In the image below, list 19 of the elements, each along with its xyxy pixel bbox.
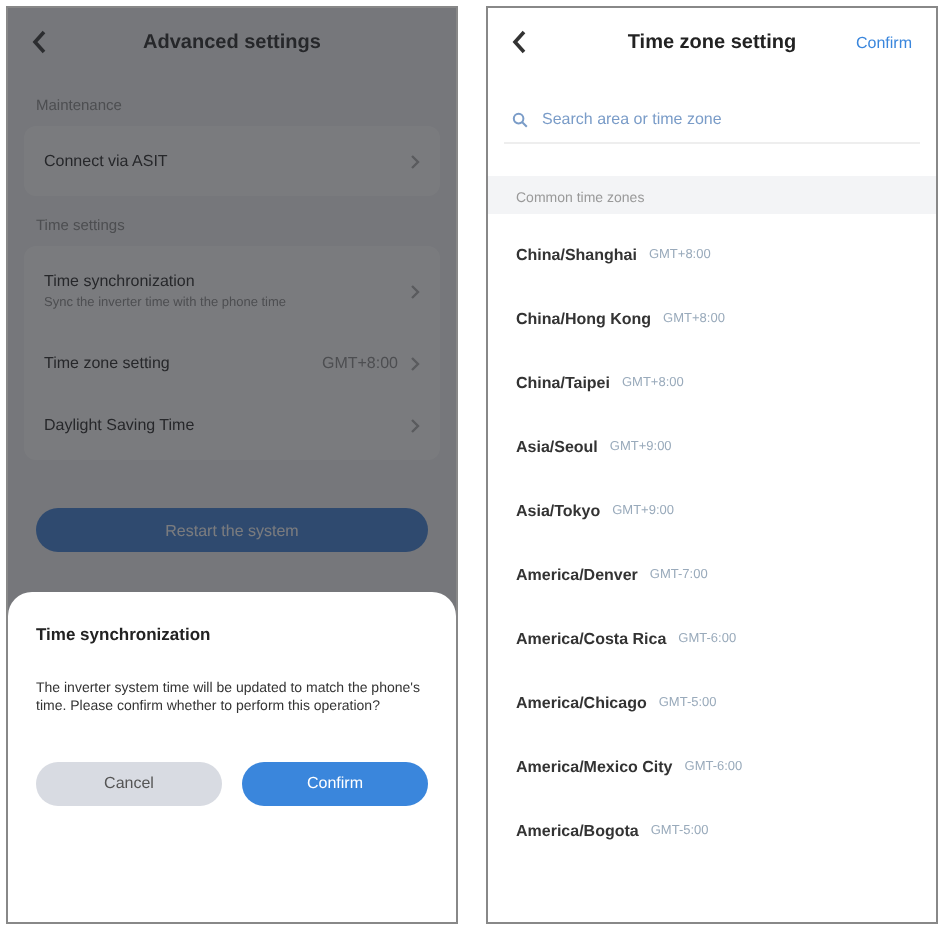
settings-row[interactable]: Connect via ASIT — [44, 130, 420, 192]
row-label: Time zone setting — [44, 354, 170, 372]
chevron-icon — [410, 283, 420, 299]
chevron-icon — [410, 153, 420, 169]
screen-title: Time zone setting — [627, 31, 797, 53]
chevron-icon — [410, 417, 420, 433]
confirm-link[interactable]: Confirm — [855, 33, 912, 51]
row-label: Connect via ASIT — [44, 152, 168, 170]
confirm-button[interactable]: Confirm — [242, 761, 428, 806]
search-field[interactable]: Search area or time zone — [538, 108, 912, 130]
back-icon[interactable] — [512, 30, 528, 54]
search-icon — [512, 111, 528, 127]
screen-title: Advanced settings — [143, 31, 321, 53]
cancel-button[interactable]: Cancel — [36, 761, 222, 806]
row-label: Time synchronization — [44, 272, 197, 290]
row-label: Daylight Saving Time — [44, 416, 195, 434]
chevron-icon — [410, 355, 420, 371]
settings-row[interactable]: Daylight Saving Time — [44, 394, 420, 456]
dialog-title: Time synchronization — [36, 624, 213, 644]
